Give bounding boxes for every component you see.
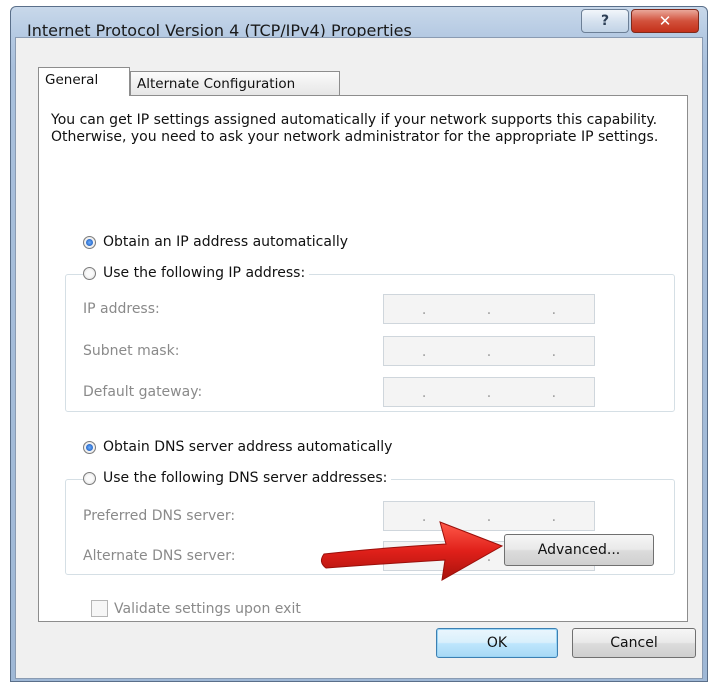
ok-button[interactable]: OK <box>436 628 558 658</box>
radio-unselected-icon <box>83 471 96 485</box>
tab-alternate-configuration[interactable]: Alternate Configuration <box>130 71 340 97</box>
ip-address-label: IP address: <box>83 301 160 317</box>
cancel-button[interactable]: Cancel <box>572 628 696 658</box>
radio-unselected-icon <box>83 266 96 280</box>
radio-label: Use the following DNS server addresses: <box>103 470 388 486</box>
tab-general[interactable]: General <box>38 67 130 96</box>
radio-label: Obtain DNS server address automatically <box>103 439 393 455</box>
dialog-client-area: General Alternate Configuration You can … <box>15 37 703 679</box>
ip-address-input[interactable]: . . . <box>383 294 595 324</box>
alternate-dns-label: Alternate DNS server: <box>83 548 236 564</box>
checkbox-box <box>91 600 108 617</box>
close-icon: ✕ <box>658 12 672 30</box>
preferred-dns-label: Preferred DNS server: <box>83 508 236 524</box>
default-gateway-input[interactable]: . . . <box>383 377 595 407</box>
close-button[interactable]: ✕ <box>631 9 699 33</box>
radio-obtain-ip-auto[interactable]: Obtain an IP address automatically <box>83 234 353 250</box>
default-gateway-label: Default gateway: <box>83 384 203 400</box>
radio-use-following-ip[interactable]: Use the following IP address: <box>83 265 310 281</box>
subnet-mask-input[interactable]: . . . <box>383 336 595 366</box>
red-arrow-icon <box>320 521 504 581</box>
tab-label: Alternate Configuration <box>137 76 296 92</box>
radio-label: Obtain an IP address automatically <box>103 234 349 250</box>
checkbox-label: Validate settings upon exit <box>114 600 301 617</box>
radio-obtain-dns-auto[interactable]: Obtain DNS server address automatically <box>83 439 397 455</box>
help-icon: ? <box>600 13 610 29</box>
radio-label: Use the following IP address: <box>103 265 306 281</box>
validate-settings-checkbox[interactable]: Validate settings upon exit <box>91 600 301 617</box>
radio-use-following-dns[interactable]: Use the following DNS server addresses: <box>83 470 392 486</box>
dialog-window: Internet Protocol Version 4 (TCP/IPv4) P… <box>10 6 708 682</box>
tab-label: General <box>45 72 99 88</box>
help-button[interactable]: ? <box>581 9 629 33</box>
subnet-mask-label: Subnet mask: <box>83 343 180 359</box>
intro-text: You can get IP settings assigned automat… <box>51 112 659 145</box>
advanced-button[interactable]: Advanced... <box>504 534 654 566</box>
radio-selected-icon <box>83 235 96 249</box>
radio-selected-icon <box>83 440 96 454</box>
